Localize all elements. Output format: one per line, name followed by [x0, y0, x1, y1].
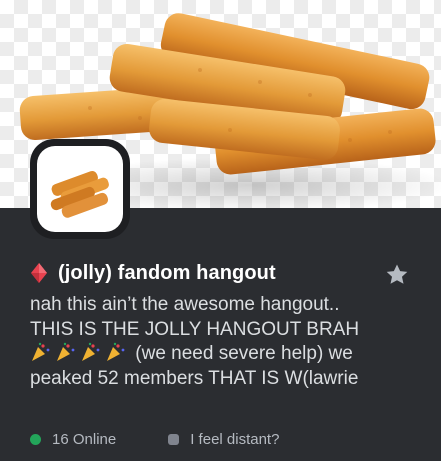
party-popper-icon	[32, 342, 125, 361]
member-status-icon	[168, 433, 180, 445]
star-icon	[386, 264, 408, 284]
description-line-4: peaked 52 members THAT IS W(lawrie	[30, 367, 359, 389]
online-stat: 16 Online	[30, 431, 116, 448]
gem-icon	[30, 263, 48, 283]
party-popper-icons	[30, 342, 135, 364]
server-card[interactable]: (jolly) fandom hangout nah this ain’t th…	[0, 0, 441, 461]
server-avatar[interactable]	[30, 139, 130, 239]
description-line-3-text: (we need severe help) we	[135, 343, 353, 364]
online-count: 16 Online	[52, 430, 117, 448]
avatar-image-frame	[37, 146, 123, 232]
online-status-icon	[30, 433, 41, 445]
server-title-row: (jolly) fandom hangout	[30, 258, 390, 288]
member-stat: I feel distant?	[168, 431, 279, 448]
description-line-2: THIS IS THE JOLLY HANGOUT BRAH	[30, 318, 360, 340]
server-description: nah this ain’t the awesome hangout.. THI…	[30, 293, 420, 391]
favorite-button[interactable]	[384, 262, 410, 288]
fish-sticks-avatar-image	[50, 171, 109, 218]
server-name[interactable]: (jolly) fandom hangout	[58, 262, 276, 285]
description-line-1: nah this ain’t the awesome hangout..	[30, 294, 340, 315]
server-stats: 16 Online I feel distant?	[30, 428, 279, 450]
member-count: I feel distant?	[190, 430, 280, 448]
